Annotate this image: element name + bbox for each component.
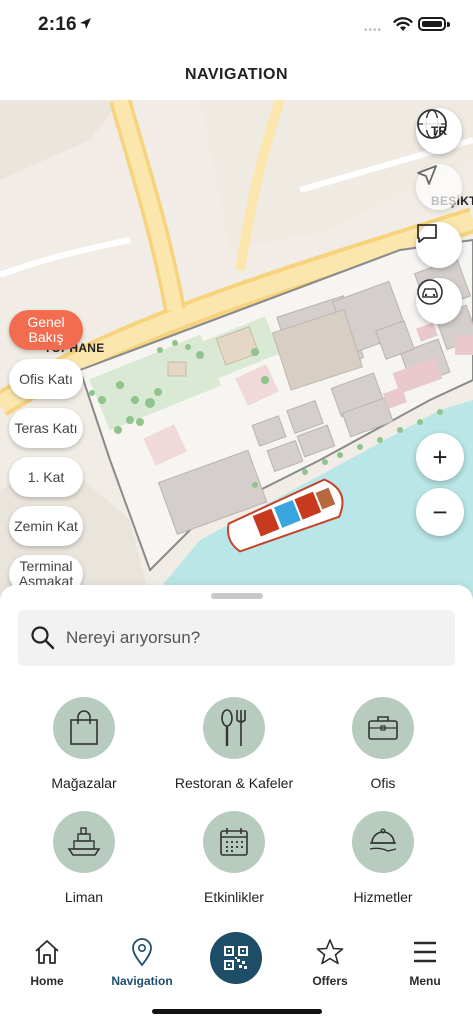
category-magazalar[interactable]: Mağazalar <box>9 697 159 791</box>
status-bar: 2:16 •••• <box>0 0 473 52</box>
qr-code-icon <box>224 946 248 970</box>
category-label: Etkinlikler <box>204 889 264 905</box>
floor-ofis-kati[interactable]: Ofis Katı <box>9 359 83 399</box>
briefcase-icon <box>368 716 398 740</box>
category-label: Liman <box>64 889 104 905</box>
home-icon <box>35 940 59 964</box>
language-button[interactable]: TR <box>416 108 462 154</box>
battery-tip <box>447 22 450 27</box>
search-placeholder: Nereyi arıyorsun? <box>66 628 201 647</box>
zoom-out-label: − <box>432 497 448 527</box>
tab-navigation[interactable]: Navigation <box>97 936 187 988</box>
cutlery-icon <box>221 709 246 746</box>
category-circle <box>53 811 115 873</box>
sheet-drag-handle[interactable] <box>211 593 263 599</box>
category-hizmetler[interactable]: Hizmetler <box>308 811 458 905</box>
location-arrow-icon <box>80 18 91 29</box>
bottom-sheet[interactable]: Nereyi arıyorsun? Mağazalar Restoran & K… <box>0 585 473 930</box>
tab-home-label: Home <box>30 974 64 988</box>
category-label: Mağazalar <box>51 775 117 791</box>
tab-offers-label: Offers <box>312 974 348 988</box>
floor-1-kat[interactable]: 1. Kat <box>9 457 83 497</box>
floor-zemin-kat[interactable]: Zemin Kat <box>9 506 83 546</box>
category-label: Ofis <box>370 775 396 791</box>
my-location-button[interactable] <box>416 164 462 210</box>
tab-menu[interactable]: Menu <box>380 936 470 988</box>
chat-bubble-icon <box>417 224 437 243</box>
tab-home[interactable]: Home <box>2 936 92 988</box>
star-icon <box>316 939 344 965</box>
search-input[interactable]: Nereyi arıyorsun? <box>18 610 455 666</box>
floor-genel-bakis[interactable]: Genel Bakış <box>9 310 83 350</box>
category-label: Hizmetler <box>353 889 413 905</box>
tab-menu-label: Menu <box>409 974 441 988</box>
category-liman[interactable]: Liman <box>9 811 159 905</box>
home-indicator <box>152 1009 322 1014</box>
category-circle <box>352 811 414 873</box>
tab-offers[interactable]: Offers <box>285 936 375 988</box>
category-circle <box>53 697 115 759</box>
shopping-bag-icon <box>70 710 98 745</box>
map-pin-icon <box>132 938 152 967</box>
category-circle <box>203 811 265 873</box>
parking-button[interactable] <box>416 278 462 324</box>
navigation-arrow-icon <box>417 165 437 185</box>
page-title: NAVIGATION <box>184 66 289 83</box>
signal-dots: •••• <box>364 25 383 36</box>
status-time: 2:16 <box>38 14 77 35</box>
language-badge: TR <box>431 124 447 138</box>
battery-icon <box>418 17 446 31</box>
chat-button[interactable] <box>416 222 462 268</box>
cloche-icon <box>369 828 397 852</box>
category-label: Restoran & Kafeler <box>174 775 294 791</box>
map-view[interactable]: BEŞİKTAŞ TOPHANE TR + − Genel Bakış <box>0 100 473 600</box>
category-ofis[interactable]: Ofis <box>308 697 458 791</box>
category-circle <box>203 697 265 759</box>
wifi-icon <box>393 17 413 31</box>
zoom-in-label: + <box>432 442 448 472</box>
category-circle <box>352 697 414 759</box>
tab-navigation-label: Navigation <box>111 974 173 988</box>
zoom-in-button[interactable]: + <box>416 433 464 481</box>
category-etkinlikler[interactable]: Etkinlikler <box>159 811 309 905</box>
car-icon <box>417 279 443 305</box>
hamburger-menu-icon <box>414 941 436 963</box>
zoom-out-button[interactable]: − <box>416 488 464 536</box>
qr-scan-button[interactable] <box>210 932 262 984</box>
calendar-icon <box>220 828 248 856</box>
ship-icon <box>67 827 101 856</box>
search-icon <box>31 626 55 650</box>
category-restoran-kafeler[interactable]: Restoran & Kafeler <box>159 697 309 791</box>
floor-teras-kati[interactable]: Teras Katı <box>9 408 83 448</box>
